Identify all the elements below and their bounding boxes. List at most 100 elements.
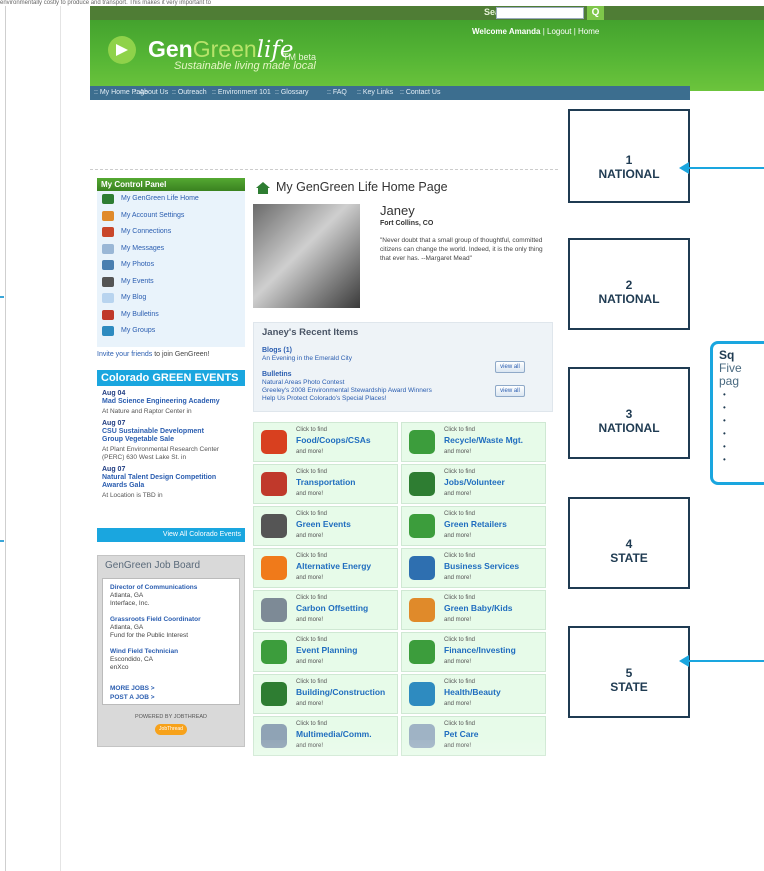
recent-items-title: Janey's Recent Items <box>262 327 359 338</box>
control-panel-item[interactable]: My Bulletins <box>121 311 159 318</box>
tile-category-link[interactable]: Green Events <box>296 519 351 529</box>
view-all-bulletins-button[interactable]: view all <box>495 385 525 397</box>
control-panel-item[interactable]: My Messages <box>121 245 164 252</box>
user-quote: "Never doubt that a small group of thoug… <box>380 237 543 262</box>
nav-item[interactable]: :: Key Links <box>357 89 393 96</box>
annotation-label: NATIONAL <box>598 421 660 435</box>
tile-category-link[interactable]: Food/Coops/CSAs <box>296 435 371 445</box>
more-jobs-link[interactable]: MORE JOBS > <box>110 685 155 692</box>
profile-photo <box>253 204 360 308</box>
tile-category-link[interactable]: Business Services <box>444 561 519 571</box>
recycle-icon <box>409 430 435 454</box>
clipboard-icon <box>261 640 287 664</box>
powered-by: POWERED BY JOBTHREAD <box>134 714 208 720</box>
nav-item[interactable]: :: FAQ <box>327 89 347 96</box>
tile-category-link[interactable]: Carbon Offsetting <box>296 603 368 613</box>
tile-category-link[interactable]: Alternative Energy <box>296 561 371 571</box>
nav-item[interactable]: :: Contact Us <box>400 89 440 96</box>
tile-category-link[interactable]: Green Baby/Kids <box>444 603 513 613</box>
tile-click-text: Click to find <box>296 679 328 685</box>
annotation-box: 4 STATE <box>568 497 690 589</box>
welcome-text: Welcome Amanda <box>472 27 541 36</box>
post-job-link[interactable]: POST A JOB > <box>110 694 155 701</box>
blogs-heading[interactable]: Blogs (1) <box>262 347 292 354</box>
tile-category-link[interactable]: Jobs/Volunteer <box>444 477 505 487</box>
nav-item[interactable]: :: Environment 101 <box>212 89 271 96</box>
tile-category-link[interactable]: Pet Care <box>444 729 479 739</box>
job-title-link[interactable]: Director of Communications <box>110 584 197 591</box>
logout-home-links[interactable]: | Logout | Home <box>543 27 600 36</box>
event-date: Aug 04 <box>102 390 126 397</box>
bulletin-link[interactable]: Natural Areas Photo Contest <box>262 379 344 387</box>
job-title-link[interactable]: Wind Field Technician <box>110 648 178 655</box>
tile-click-text: Click to find <box>296 595 328 601</box>
invite-friends: Invite your friends to join GenGreen! <box>97 351 209 358</box>
home-icon <box>256 181 270 194</box>
event-location: At Nature and Raptor Center in <box>102 408 192 415</box>
tile-category-link[interactable]: Finance/Investing <box>444 645 516 655</box>
tile-category-link[interactable]: Multimedia/Comm. <box>296 729 372 739</box>
annotation-label: NATIONAL <box>598 167 660 181</box>
water-drop-icon <box>409 682 435 706</box>
annotation-label: NATIONAL <box>598 292 660 306</box>
tile-more-text: and more! <box>444 701 472 707</box>
view-all-blogs-button[interactable]: view all <box>495 361 525 373</box>
annotation-label: STATE <box>610 680 648 694</box>
pushpin-icon <box>102 309 114 320</box>
left-column-divider <box>5 6 6 871</box>
tile-category-link[interactable]: Recycle/Waste Mgt. <box>444 435 523 445</box>
search-input[interactable] <box>496 7 584 19</box>
event-title-link[interactable]: CSU Sustainable Development Group Vegeta… <box>102 428 204 444</box>
tile-click-text: Click to find <box>444 721 476 727</box>
welcome-bar: Welcome Amanda | Logout | Home <box>472 27 599 36</box>
event-title-link[interactable]: Natural Talent Design Competition Awards… <box>102 474 216 490</box>
job-location: Escondido, CA <box>110 656 153 663</box>
arrow-line-5 <box>688 660 764 662</box>
logo-leaf-icon[interactable] <box>108 36 136 64</box>
tile-category-link[interactable]: Building/Construction <box>296 687 385 697</box>
bulletin-link[interactable]: Help Us Protect Colorado's Special Place… <box>262 395 386 403</box>
control-panel-item[interactable]: My GenGreen Life Home <box>121 195 199 202</box>
tile-category-link[interactable]: Transportation <box>296 477 356 487</box>
tile-more-text: and more! <box>444 575 472 581</box>
nav-item[interactable]: :: About Us <box>134 89 168 96</box>
arrow-line-1 <box>688 167 764 169</box>
control-panel-item[interactable]: My Account Settings <box>121 212 184 219</box>
storefront-icon <box>409 514 435 538</box>
bulletin-link[interactable]: Greeley's 2008 Environmental Stewardship… <box>262 387 432 395</box>
co2-cloud-icon <box>261 598 287 622</box>
callout-bullet: • <box>723 429 726 438</box>
view-all-events-button[interactable]: View All Colorado Events <box>97 528 245 542</box>
callout-bullet: • <box>723 416 726 425</box>
page-fade-overlay <box>250 740 560 871</box>
tile-category-link[interactable]: Event Planning <box>296 645 357 655</box>
jobthread-logo[interactable]: JobThread <box>155 724 187 735</box>
hammer-icon <box>261 682 287 706</box>
search-button[interactable]: Q <box>587 6 604 20</box>
tile-category-link[interactable]: Health/Beauty <box>444 687 501 697</box>
control-panel-item[interactable]: My Blog <box>121 294 146 301</box>
nav-item[interactable]: :: Glossary <box>275 89 308 96</box>
control-panel-item[interactable]: My Events <box>121 278 154 285</box>
annotation-number: 1 <box>625 153 633 167</box>
event-title-link[interactable]: Mad Science Engineering Academy <box>102 398 220 406</box>
job-organization: Fund for the Public Interest <box>110 632 189 639</box>
job-title-link[interactable]: Grassroots Field Coordinator <box>110 616 201 623</box>
envelope-icon <box>102 243 114 254</box>
invite-link[interactable]: Invite your friends <box>97 351 152 358</box>
control-panel-item[interactable]: My Connections <box>121 228 171 235</box>
annotation-box: 1 NATIONAL <box>568 109 690 203</box>
bulletins-heading[interactable]: Bulletins <box>262 371 292 378</box>
annotation-box: 3 NATIONAL <box>568 367 690 459</box>
control-panel-item[interactable]: My Photos <box>121 261 154 268</box>
control-panel-item[interactable]: My Groups <box>121 327 155 334</box>
event-date: Aug 07 <box>102 420 126 427</box>
nav-item[interactable]: :: Outreach <box>172 89 207 96</box>
callout-bullet: • <box>723 442 726 451</box>
blog-link[interactable]: An Evening in the Emerald City <box>262 355 352 363</box>
logo[interactable]: GenGreenlife <box>148 36 294 63</box>
tile-more-text: and more! <box>296 449 324 455</box>
tile-category-link[interactable]: Green Retailers <box>444 519 507 529</box>
bus-icon <box>261 472 287 496</box>
event-date: Aug 07 <box>102 466 126 473</box>
